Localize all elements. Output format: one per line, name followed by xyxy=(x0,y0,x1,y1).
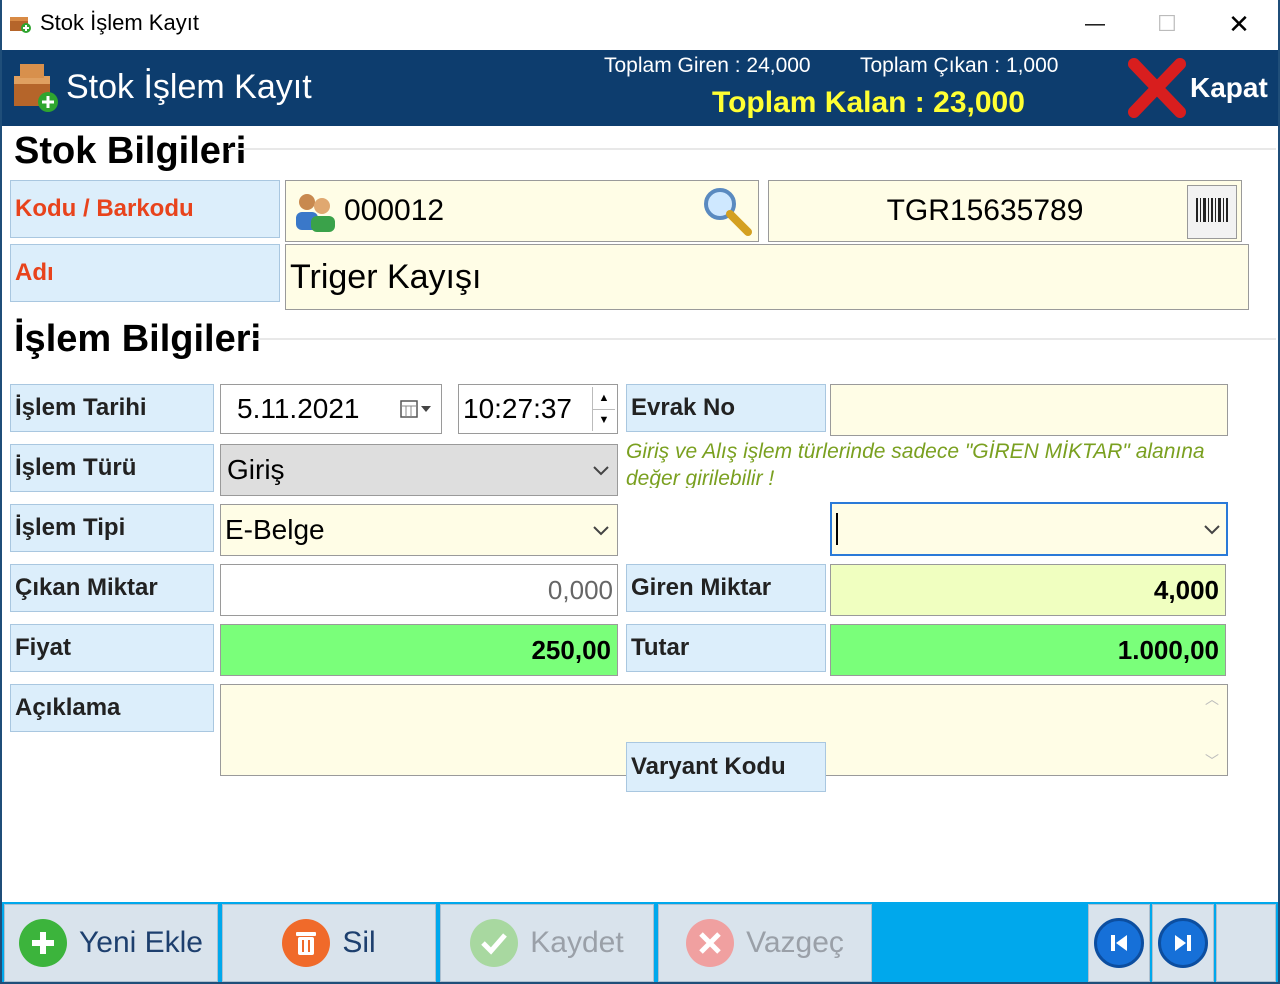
yeni-ekle-button[interactable]: Yeni Ekle xyxy=(4,904,218,982)
sil-label: Sil xyxy=(342,926,376,959)
tutar-label: Tutar xyxy=(626,624,826,672)
evrak-label: Evrak No xyxy=(626,384,826,432)
stok-section-title: Stok Bilgileri xyxy=(14,130,247,172)
title-bar: Stok İşlem Kayıt — ☐ ✕ xyxy=(0,0,1280,48)
islem-divider xyxy=(248,338,1276,340)
window-title: Stok İşlem Kayıt xyxy=(40,10,199,35)
tutar-field[interactable]: 1.000,00 xyxy=(830,624,1226,676)
tarih-value: 5.11.2021 xyxy=(237,393,360,424)
trash-icon xyxy=(282,919,331,967)
check-icon xyxy=(470,919,519,967)
text-cursor xyxy=(836,513,838,545)
header-title: Stok İşlem Kayıt xyxy=(66,68,312,106)
giren-field[interactable]: 4,000 xyxy=(830,564,1226,616)
users-icon xyxy=(292,188,338,234)
minimize-button[interactable]: — xyxy=(1060,4,1130,44)
kapat-button[interactable]: Kapat xyxy=(1190,72,1268,104)
cikan-value: 0,000 xyxy=(547,574,613,605)
chevron-down-icon[interactable] xyxy=(593,519,609,542)
textarea-scrollbar[interactable]: ︿ ﹀ xyxy=(1201,689,1223,771)
total-in: Toplam Giren : 24,000 xyxy=(604,54,811,77)
giren-label: Giren Miktar xyxy=(626,564,826,612)
saat-value: 10:27:37 xyxy=(463,393,572,424)
cikan-field[interactable]: 0,000 xyxy=(220,564,618,616)
search-icon[interactable] xyxy=(700,184,754,238)
extra-select[interactable] xyxy=(830,502,1228,556)
scroll-down-icon[interactable]: ﹀ xyxy=(1205,751,1219,771)
aciklama-label: Açıklama xyxy=(10,684,214,732)
calendar-icon[interactable] xyxy=(399,398,433,420)
fiyat-field[interactable]: 250,00 xyxy=(220,624,618,676)
barkod-value: TGR15635789 xyxy=(886,194,1084,227)
saat-field[interactable]: 10:27:37 ▲ ▼ xyxy=(458,384,618,434)
kapat-x-icon[interactable] xyxy=(1128,56,1186,120)
barcode-icon[interactable] xyxy=(1187,185,1237,239)
tutar-value: 1.000,00 xyxy=(1117,634,1219,665)
chevron-down-icon[interactable] xyxy=(1204,518,1220,541)
adi-field[interactable]: Triger Kayışı xyxy=(285,244,1249,310)
spin-down-icon[interactable]: ▼ xyxy=(593,410,615,432)
app-box-icon xyxy=(8,10,32,34)
adi-label: Adı xyxy=(10,244,280,302)
skip-forward-icon xyxy=(1158,918,1208,968)
cikan-label: Çıkan Miktar xyxy=(10,564,214,612)
time-spinner[interactable]: ▲ ▼ xyxy=(592,387,615,431)
tarih-field[interactable]: 5.11.2021 xyxy=(220,384,442,434)
tarih-label: İşlem Tarihi xyxy=(10,384,214,432)
first-record-button[interactable] xyxy=(1088,904,1150,982)
tur-value: Giriş xyxy=(227,454,285,485)
fiyat-label: Fiyat xyxy=(10,624,214,672)
giren-value: 4,000 xyxy=(1153,574,1219,605)
chevron-down-icon[interactable] xyxy=(593,459,609,482)
close-button[interactable]: ✕ xyxy=(1204,4,1274,44)
tip-value: E-Belge xyxy=(225,514,325,545)
kaydet-button[interactable]: Kaydet xyxy=(440,904,654,982)
islem-section-title: İşlem Bilgileri xyxy=(14,318,262,360)
vazgec-button[interactable]: Vazgeç xyxy=(658,904,872,982)
barkod-field[interactable]: TGR15635789 xyxy=(768,180,1242,242)
tur-select[interactable]: Giriş xyxy=(220,444,618,496)
tip-label: İşlem Tipi xyxy=(10,504,214,552)
last-record-button[interactable] xyxy=(1152,904,1214,982)
kodu-label: Kodu / Barkodu xyxy=(10,180,280,238)
sil-button[interactable]: Sil xyxy=(222,904,436,982)
tip-select[interactable]: E-Belge xyxy=(220,504,618,556)
stock-box-icon xyxy=(10,58,62,116)
fiyat-value: 250,00 xyxy=(531,634,611,665)
scroll-up-icon[interactable]: ︿ xyxy=(1205,689,1219,709)
adi-value: Triger Kayışı xyxy=(290,257,482,296)
total-out: Toplam Çıkan : 1,000 xyxy=(860,54,1059,77)
skip-back-icon xyxy=(1094,918,1144,968)
islem-note: Giriş ve Alış işlem türlerinde sadece "G… xyxy=(626,440,1205,488)
varyant-label: Varyant Kodu xyxy=(626,742,826,792)
spin-up-icon[interactable]: ▲ xyxy=(593,387,615,410)
summary-header: Stok İşlem Kayıt Toplam Giren : 24,000 T… xyxy=(2,50,1278,126)
kaydet-label: Kaydet xyxy=(530,926,624,959)
kodu-value: 000012 xyxy=(344,194,445,227)
vazgec-label: Vazgeç xyxy=(746,926,844,959)
yeni-ekle-label: Yeni Ekle xyxy=(79,926,203,959)
plus-icon xyxy=(19,919,67,967)
kodu-field[interactable]: 000012 xyxy=(285,180,759,242)
cancel-icon xyxy=(686,919,735,967)
extra-nav-button[interactable] xyxy=(1216,904,1276,982)
maximize-button[interactable]: ☐ xyxy=(1132,4,1202,44)
stok-divider xyxy=(228,148,1276,150)
total-remaining: Toplam Kalan : 23,000 xyxy=(712,86,1025,119)
evrak-field[interactable] xyxy=(830,384,1228,436)
tur-label: İşlem Türü xyxy=(10,444,214,492)
